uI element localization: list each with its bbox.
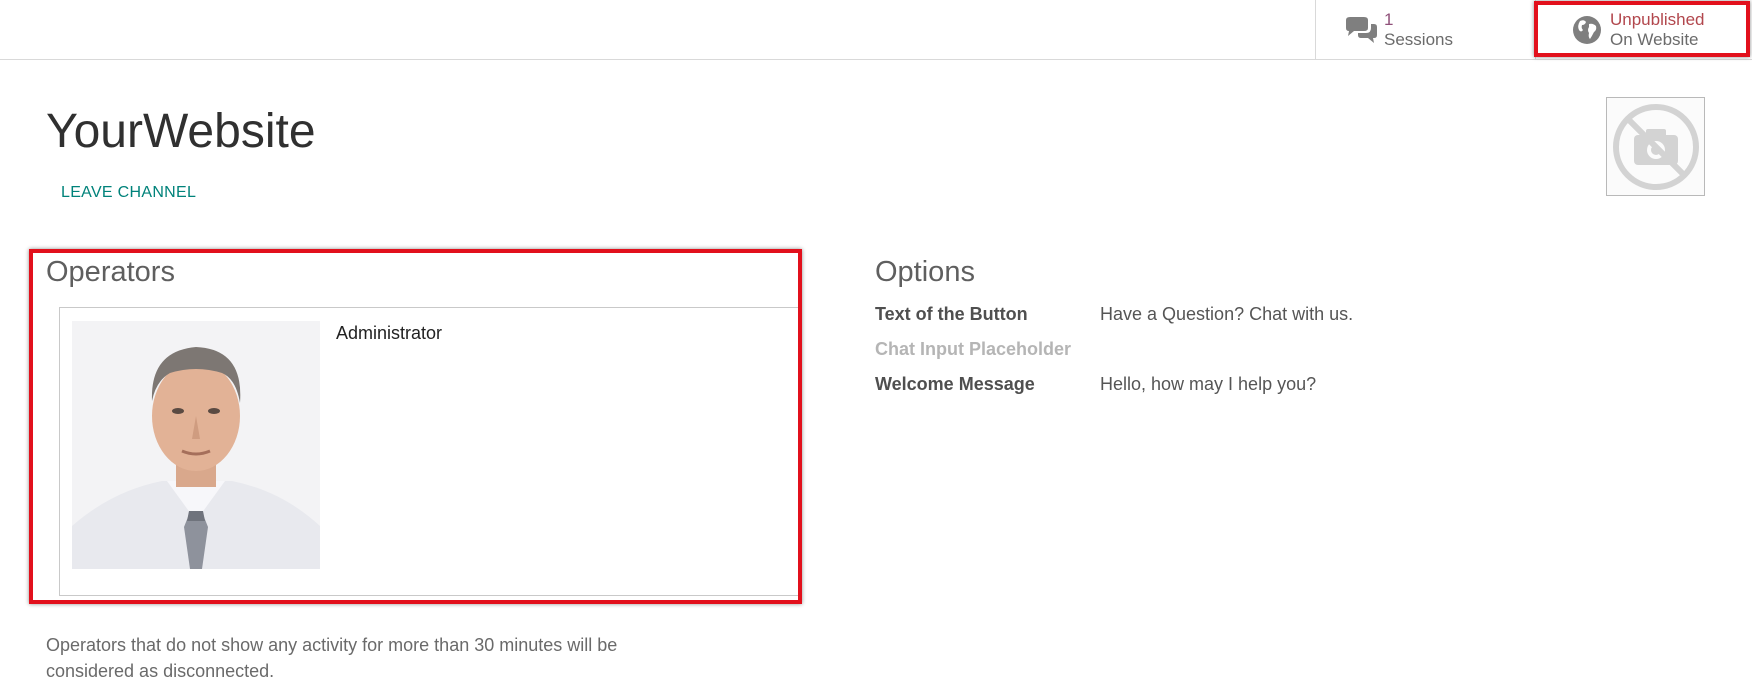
publish-label: On Website bbox=[1610, 29, 1699, 49]
welcome-message-field[interactable]: Hello, how may I help you? bbox=[1100, 374, 1600, 395]
operator-avatar bbox=[72, 321, 320, 569]
button-box: 1 Sessions Unpublished On Website bbox=[0, 0, 1752, 60]
options-heading: Options bbox=[875, 256, 975, 288]
button-text-field[interactable]: Have a Question? Chat with us. bbox=[1100, 304, 1600, 325]
option-label: Text of the Button bbox=[875, 304, 1028, 324]
operator-name: Administrator bbox=[336, 323, 443, 343]
sessions-button[interactable]: 1 Sessions bbox=[1315, 0, 1535, 59]
chat-bubbles-icon bbox=[1338, 16, 1384, 44]
channel-image[interactable] bbox=[1606, 97, 1705, 196]
option-label: Welcome Message bbox=[875, 374, 1035, 394]
operator-card[interactable]: Administrator bbox=[59, 307, 799, 596]
publish-toggle-button[interactable]: Unpublished On Website bbox=[1535, 0, 1752, 59]
option-label: Chat Input Placeholder bbox=[875, 339, 1072, 359]
publish-status: Unpublished bbox=[1610, 9, 1705, 29]
leave-channel-button[interactable]: LEAVE CHANNEL bbox=[61, 184, 196, 202]
page-title: YourWebsite bbox=[46, 105, 316, 158]
form-view: 1 Sessions Unpublished On Website YourWe… bbox=[0, 0, 1752, 688]
globe-icon bbox=[1564, 15, 1610, 45]
sessions-label: Sessions bbox=[1384, 29, 1453, 49]
sessions-count: 1 bbox=[1384, 9, 1394, 29]
operators-heading: Operators bbox=[46, 256, 175, 288]
operators-help-text: Operators that do not show any activity … bbox=[46, 635, 618, 681]
no-camera-icon bbox=[1612, 103, 1699, 190]
